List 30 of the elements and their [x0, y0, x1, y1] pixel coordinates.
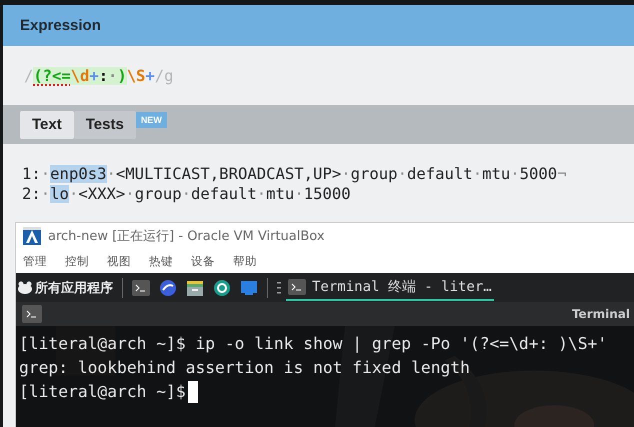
app-menu-button[interactable]: 所有应用程序 [17, 278, 113, 296]
terminal-line: grep: lookbehind assertion is not fixed length [19, 357, 470, 379]
panel-title: Expression [20, 17, 101, 34]
folder-icon[interactable] [186, 278, 204, 296]
animal-logo-icon [17, 280, 33, 294]
shutter-icon[interactable] [213, 278, 231, 296]
tab[interactable]: Tests [74, 110, 136, 138]
terminal-icon [288, 278, 306, 294]
terminal-icon[interactable] [132, 280, 150, 296]
menu-item[interactable]: 管理 [23, 254, 47, 268]
drag-handle-icon[interactable] [277, 280, 281, 294]
regex-expression[interactable]: /(?<=\d+:·)\S+/g [24, 66, 174, 84]
menu-item[interactable]: 热键 [149, 254, 173, 268]
menu-item[interactable]: 视图 [107, 254, 131, 268]
app-icon [22, 226, 42, 246]
terminal-line: [literal@arch ~]$ ip -o link show | grep -Po '(?<=\d+: )\S+' [19, 333, 608, 355]
window-title: arch-new [正在运行] - Oracle VM VirtualBox [48, 228, 325, 245]
menu-item[interactable]: 设备 [191, 254, 215, 268]
menu-item[interactable]: 帮助 [233, 254, 257, 268]
menu-item[interactable]: 控制 [65, 254, 89, 268]
text-cursor [188, 381, 198, 403]
tab[interactable]: Text [20, 110, 74, 138]
terminal-icon [22, 305, 42, 323]
new-badge: NEW [136, 112, 167, 128]
terminal-title: Terminal [572, 307, 630, 321]
screen-icon[interactable] [240, 280, 258, 296]
terminal-line: [literal@arch ~]$ [19, 381, 186, 403]
test-text-line: 2:·lo·<XXX>·group·default·mtu·15000 [22, 184, 352, 204]
globe-icon[interactable] [159, 278, 177, 296]
test-text-line: 1:·enp0s3·<MULTICAST,BROADCAST,UP>·group·default·mtu·5000¬ [22, 164, 568, 184]
